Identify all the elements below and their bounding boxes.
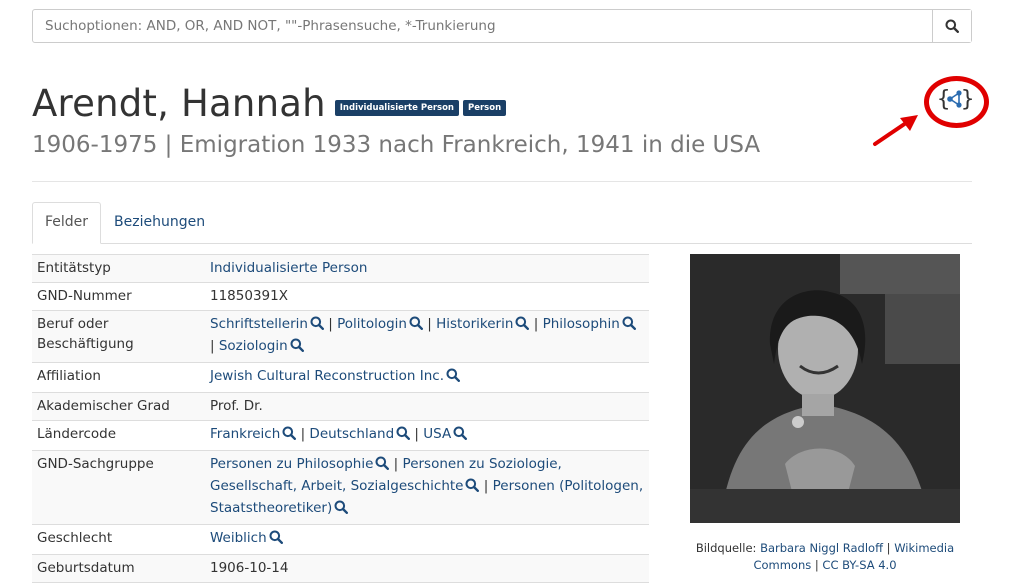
caption-prefix: Bildquelle: <box>695 541 761 555</box>
table-row: Entitätstyp Individualisierte Person <box>32 254 649 283</box>
field-value: 1906-10-14 <box>205 554 649 583</box>
value-separator: | <box>479 478 493 494</box>
value-separator: | <box>410 426 424 442</box>
field-value: Frankreich | Deutschland | USA <box>205 420 649 451</box>
value-separator: | <box>210 338 219 354</box>
magnifier-icon[interactable] <box>396 426 411 446</box>
table-row: Ländercode Frankreich | Deutschland | USA <box>32 420 649 451</box>
field-value: Jewish Cultural Reconstruction Inc. <box>205 362 649 393</box>
field-value: Schriftstellerin | Politologin | Histori… <box>205 310 649 363</box>
table-row: GND-Nummer 11850391X <box>32 282 649 311</box>
search-button[interactable] <box>932 10 971 42</box>
title-row: Arendt, Hannah Individualisierte Person … <box>32 82 507 125</box>
table-row: Akademischer Grad Prof. Dr. <box>32 392 649 421</box>
field-value-link[interactable]: Politologin <box>337 316 407 332</box>
field-value-link[interactable]: Historikerin <box>436 316 513 332</box>
caption-author-link[interactable]: Barbara Niggl Radloff <box>760 541 883 555</box>
field-value-link[interactable]: Jewish Cultural Reconstruction Inc. <box>210 368 444 384</box>
header-divider <box>32 181 972 182</box>
magnifier-icon[interactable] <box>310 316 324 336</box>
search-icon <box>945 19 959 33</box>
search-bar <box>32 9 972 43</box>
image-caption: Bildquelle: Barbara Niggl Radloff | Wiki… <box>690 540 960 574</box>
type-badge: Person <box>462 99 507 116</box>
value-separator: | <box>529 316 543 332</box>
table-row: GND-Sachgruppe Personen zu Philosophie | … <box>32 450 649 525</box>
magnifier-icon[interactable] <box>290 338 304 358</box>
field-value-text: 11850391X <box>210 288 288 304</box>
magnifier-icon[interactable] <box>334 500 349 520</box>
magnifier-icon[interactable] <box>282 426 297 446</box>
value-separator: | <box>422 316 437 332</box>
page-subtitle: 1906-1975 | Emigration 1933 nach Frankre… <box>32 132 761 158</box>
field-value-link[interactable]: Philosophin <box>543 316 620 332</box>
table-row: Beruf oder Beschäftigung Schriftstellerin… <box>32 310 649 363</box>
table-row: Geschlecht Weiblich <box>32 524 649 555</box>
magnifier-icon[interactable] <box>453 426 468 446</box>
magnifier-icon[interactable] <box>409 316 423 336</box>
entity-type-badge: Individualisierte Person <box>334 99 459 116</box>
field-label: Geschlecht <box>32 524 205 555</box>
caption-separator: | <box>883 541 895 555</box>
field-value-link[interactable]: Schriftstellerin <box>210 316 308 332</box>
field-value-text: 1906-10-14 <box>210 560 289 576</box>
tab-felder[interactable]: Felder <box>32 202 102 244</box>
table-row: Geburtsdatum 1906-10-14 <box>32 554 649 583</box>
field-value-link[interactable]: Deutschland <box>309 426 394 442</box>
value-separator: | <box>323 316 338 332</box>
field-value-link[interactable]: Weiblich <box>210 530 267 546</box>
highlight-arrow-icon <box>873 115 918 146</box>
field-label: GND-Sachgruppe <box>32 450 205 525</box>
field-value: Individualisierte Person <box>205 254 649 283</box>
field-label: Akademischer Grad <box>32 392 205 421</box>
field-value-text: Prof. Dr. <box>210 398 263 414</box>
magnifier-icon[interactable] <box>465 478 480 498</box>
magnifier-icon[interactable] <box>515 316 530 336</box>
field-label: Entitätstyp <box>32 254 205 283</box>
search-input[interactable] <box>33 10 932 42</box>
field-value: Personen zu Philosophie | Personen zu So… <box>205 450 649 525</box>
tab-bar: Felder Beziehungen <box>32 202 972 244</box>
field-label: Geburtsdatum <box>32 554 205 583</box>
magnifier-icon[interactable] <box>446 368 460 388</box>
fields-table: Entitätstyp Individualisierte Person GND-N… <box>32 254 649 584</box>
value-separator: | <box>296 426 310 442</box>
person-photo <box>690 254 960 523</box>
field-value-link[interactable]: Frankreich <box>210 426 280 442</box>
field-value: 11850391X <box>205 282 649 311</box>
magnifier-icon[interactable] <box>375 456 390 476</box>
field-value-link[interactable]: USA <box>423 426 451 442</box>
field-value-link[interactable]: Personen zu Philosophie <box>210 456 373 472</box>
magnifier-icon[interactable] <box>269 530 283 550</box>
field-value: Weiblich <box>205 524 649 555</box>
field-label: Ländercode <box>32 420 205 451</box>
field-label: GND-Nummer <box>32 282 205 311</box>
field-label: Beruf oder Beschäftigung <box>32 310 205 363</box>
caption-license-link[interactable]: CC BY-SA 4.0 <box>822 558 896 572</box>
highlight-circle <box>924 76 989 128</box>
page-title: Arendt, Hannah <box>32 82 326 125</box>
tab-beziehungen[interactable]: Beziehungen <box>101 202 218 244</box>
value-separator: | <box>389 456 403 472</box>
table-row: Affiliation Jewish Cultural Reconstructio… <box>32 362 649 393</box>
magnifier-icon[interactable] <box>622 316 636 336</box>
caption-separator: | <box>811 558 823 572</box>
field-value-link[interactable]: Individualisierte Person <box>210 260 367 276</box>
field-value-link[interactable]: Soziologin <box>219 338 288 354</box>
field-value: Prof. Dr. <box>205 392 649 421</box>
field-label: Affiliation <box>32 362 205 393</box>
